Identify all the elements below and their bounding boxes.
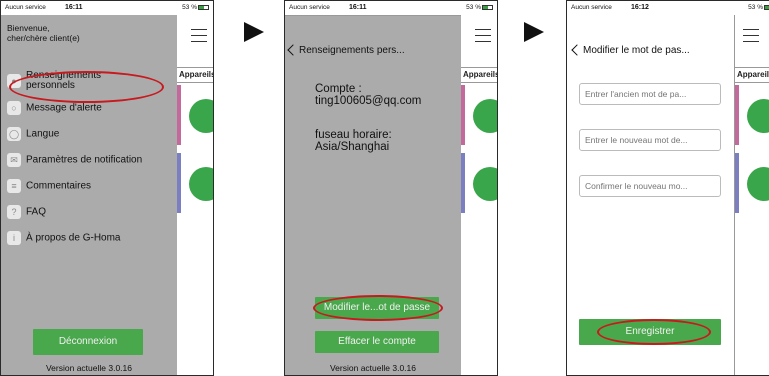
status-bar: Aucun service 16:11 53 % — [285, 1, 497, 15]
comment-icon: ≡ — [7, 179, 21, 193]
globe-icon: ◯ — [7, 127, 21, 141]
device-icon — [747, 99, 769, 133]
device-row[interactable] — [461, 85, 497, 145]
phone-screen-change-password: Aucun service 16:12 53 % Appareils Modif… — [566, 0, 769, 376]
device-icon — [473, 99, 497, 133]
personal-info-panel — [285, 15, 461, 375]
envelope-icon: ✉ — [7, 153, 21, 167]
background-app-header: Appareils — [177, 67, 213, 83]
menu-item-label: Paramètres de notification — [26, 154, 143, 166]
phone-screen-personal-info: Aucun service 16:11 53 % Appareils Rense… — [284, 0, 498, 376]
new-password-input[interactable] — [579, 129, 721, 151]
back-button[interactable]: Renseignements pers... — [287, 44, 405, 57]
menu-item-label: FAQ — [26, 206, 47, 218]
device-row[interactable] — [177, 153, 213, 213]
device-row[interactable] — [735, 153, 769, 213]
battery-percent: 53 % — [182, 4, 197, 11]
status-bar: Aucun service 16:11 53 % — [1, 1, 213, 15]
nav-title: Modifier le mot de pas... — [583, 45, 690, 56]
background-app-header: Appareils — [461, 67, 497, 83]
menu-item-faq[interactable]: ? FAQ — [7, 205, 46, 219]
app-version: Version actuelle 3.0.16 — [45, 363, 132, 373]
device-icon — [189, 167, 213, 201]
info-icon: i — [7, 231, 21, 245]
hamburger-menu-icon[interactable] — [191, 29, 207, 47]
highlight-oval — [9, 71, 164, 103]
back-button[interactable]: Modifier le mot de pas... — [571, 44, 690, 57]
app-version: Version actuelle 3.0.16 — [329, 363, 416, 373]
device-row[interactable] — [461, 153, 497, 213]
menu-item-about[interactable]: i À propos de G-Homa — [7, 231, 121, 245]
clock: 16:11 — [349, 4, 367, 11]
delete-account-button[interactable]: Effacer le compte — [315, 331, 439, 353]
carrier-label: Aucun service — [571, 4, 612, 11]
menu-item-language[interactable]: ◯ Langue — [7, 127, 59, 141]
battery-indicator: 53 % — [748, 1, 769, 15]
chat-bubble-icon: ○ — [7, 101, 21, 115]
battery-icon — [482, 4, 493, 10]
chevron-left-icon — [287, 44, 299, 57]
device-icon — [473, 167, 497, 201]
menu-item-alert-message[interactable]: ○ Message d'alerte — [7, 101, 102, 115]
menu-item-label: Message d'alerte — [26, 102, 102, 114]
battery-indicator: 53 % — [182, 1, 209, 15]
logout-button[interactable]: Déconnexion — [33, 329, 143, 355]
menu-item-label: Commentaires — [26, 180, 92, 192]
clock: 16:12 — [631, 4, 649, 11]
menu-item-label: Langue — [26, 128, 60, 140]
status-bar: Aucun service 16:12 53 % — [567, 1, 769, 15]
hamburger-menu-icon[interactable] — [475, 29, 491, 47]
menu-item-notification-settings[interactable]: ✉ Paramètres de notification — [7, 153, 142, 167]
menu-item-label: À propos de G-Homa — [26, 232, 121, 244]
device-row[interactable] — [735, 85, 769, 145]
question-icon: ? — [7, 205, 21, 219]
battery-icon — [764, 4, 769, 10]
next-step-arrow-icon — [524, 22, 544, 42]
highlight-oval — [313, 295, 443, 321]
hamburger-menu-icon[interactable] — [743, 29, 759, 47]
nav-title: Renseignements pers... — [299, 45, 405, 56]
carrier-label: Aucun service — [5, 4, 46, 11]
next-step-arrow-icon — [244, 22, 264, 42]
battery-icon — [198, 4, 209, 10]
account-value: ting100605@qq.com — [315, 95, 422, 107]
device-icon — [747, 167, 769, 201]
timezone-value: Asia/Shanghai — [315, 141, 390, 153]
battery-indicator: 53 % — [466, 1, 493, 15]
confirm-password-input[interactable] — [579, 175, 721, 197]
device-icon — [189, 99, 213, 133]
device-row[interactable] — [177, 85, 213, 145]
battery-percent: 53 % — [748, 4, 763, 11]
old-password-input[interactable] — [579, 83, 721, 105]
clock: 16:11 — [65, 4, 83, 11]
chevron-left-icon — [571, 44, 583, 57]
highlight-oval — [597, 319, 711, 345]
timezone-label: fuseau horaire: — [315, 129, 392, 141]
phone-screen-menu: Aucun service 16:11 53 % Appareils Bienv… — [0, 0, 214, 376]
background-app-header: Appareils — [735, 67, 769, 83]
welcome-text: Bienvenue, cher/chère client(e) — [7, 23, 80, 43]
carrier-label: Aucun service — [289, 4, 330, 11]
account-label: Compte : — [315, 83, 362, 95]
battery-percent: 53 % — [466, 4, 481, 11]
menu-item-comments[interactable]: ≡ Commentaires — [7, 179, 91, 193]
